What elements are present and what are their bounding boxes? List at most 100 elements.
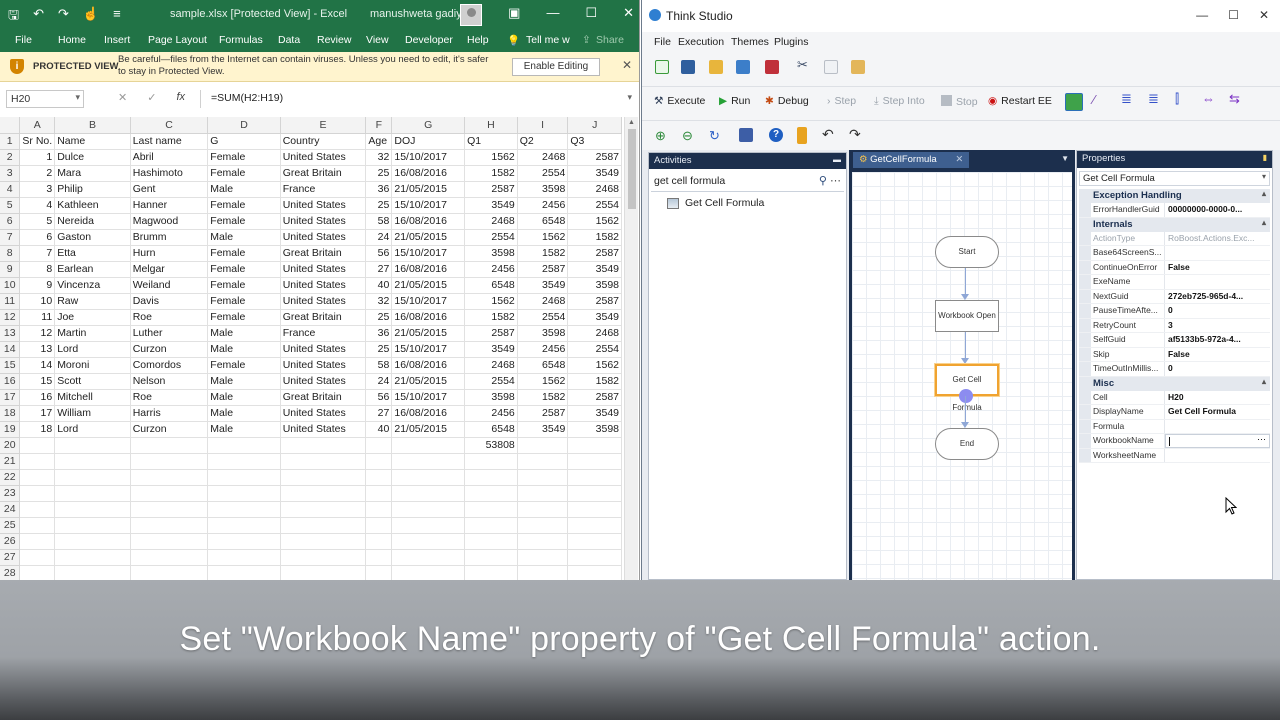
cell[interactable]: Harris (130, 405, 209, 422)
cell[interactable]: G (207, 133, 281, 150)
cell[interactable]: 2587 (464, 325, 518, 342)
cell[interactable]: Female (207, 261, 281, 278)
property-row[interactable]: ActionType RoBoost.Actions.Exc... (1079, 231, 1270, 246)
cell[interactable]: 16/08/2016 (391, 357, 466, 374)
row-header[interactable]: 1 (0, 133, 21, 150)
cell[interactable]: 36 (365, 325, 393, 342)
cell[interactable]: Female (207, 213, 281, 230)
cell[interactable]: 1582 (464, 165, 518, 182)
activity-item[interactable]: Get Cell Formula (667, 197, 764, 209)
property-row[interactable]: ContinueOnError False (1079, 260, 1270, 275)
row-header[interactable]: 3 (0, 165, 21, 182)
property-category[interactable]: Exception Handling (1079, 189, 1270, 203)
cell[interactable]: 2554 (464, 373, 518, 390)
cell[interactable]: 2554 (517, 165, 569, 182)
cell[interactable] (517, 501, 569, 518)
row-header[interactable]: 14 (0, 341, 21, 358)
plugin-blocks-icon[interactable] (1065, 93, 1083, 111)
cell[interactable]: 21/05/2015 (391, 373, 466, 390)
cell[interactable] (130, 453, 209, 470)
cell[interactable] (54, 549, 131, 566)
cell[interactable] (365, 485, 393, 502)
cell[interactable]: 3598 (517, 325, 569, 342)
cell[interactable]: 1582 (517, 245, 569, 262)
cell[interactable]: 24 (365, 229, 393, 246)
new-file-icon[interactable] (655, 60, 669, 74)
cell[interactable]: United States (280, 357, 367, 374)
cell[interactable]: Etta (54, 245, 131, 262)
cell[interactable]: 1562 (567, 357, 622, 374)
cell[interactable]: Male (207, 405, 281, 422)
cell[interactable] (207, 453, 281, 470)
cell[interactable]: Age (365, 133, 393, 150)
touch-mode-icon[interactable]: ☝ (83, 6, 99, 28)
cell[interactable]: 17 (19, 405, 56, 422)
cell[interactable]: Scott (54, 373, 131, 390)
select-all-corner[interactable] (0, 117, 21, 134)
row-header[interactable]: 12 (0, 309, 21, 326)
row-header[interactable]: 20 (0, 437, 21, 454)
tab-developer[interactable]: Developer (405, 34, 453, 46)
cell[interactable] (280, 517, 367, 534)
cell[interactable]: Great Britain (280, 309, 367, 326)
property-value[interactable]: af5133b5-972a-4... (1165, 333, 1270, 347)
help-icon[interactable]: ? (769, 128, 783, 142)
cell[interactable]: Female (207, 165, 281, 182)
column-header[interactable]: C (130, 117, 209, 134)
cell[interactable]: Philip (54, 181, 131, 198)
cell[interactable]: United States (280, 229, 367, 246)
cell[interactable]: Lord (54, 421, 131, 438)
cell[interactable]: Brumm (130, 229, 209, 246)
function-icon[interactable]: fx (176, 91, 185, 104)
step-button[interactable]: › Step (827, 95, 856, 107)
save-icon[interactable]: 🖫 (8, 6, 19, 28)
menu-plugins[interactable]: Plugins (774, 36, 808, 48)
cell[interactable]: Curzon (130, 421, 209, 438)
cell[interactable] (464, 469, 518, 486)
cell[interactable] (391, 549, 466, 566)
redo-icon[interactable]: ↷ (58, 6, 69, 28)
cell[interactable]: Country (280, 133, 367, 150)
cell[interactable] (280, 501, 367, 518)
cell[interactable] (517, 565, 569, 580)
close-icon[interactable]: ✕ (623, 5, 634, 21)
split-icon[interactable]: ⫿ (1175, 91, 1189, 106)
cell[interactable] (130, 437, 209, 454)
cell[interactable]: United States (280, 197, 367, 214)
cell[interactable]: 15 (19, 373, 56, 390)
copy-icon[interactable] (824, 60, 838, 74)
menu-themes[interactable]: Themes (731, 36, 769, 48)
tab-data[interactable]: Data (278, 34, 300, 46)
formula-input[interactable]: =SUM(H2:H19) (200, 90, 634, 108)
cell[interactable]: Lord (54, 341, 131, 358)
run-button[interactable]: ▶ Run (719, 95, 750, 107)
screenshot-icon[interactable] (739, 128, 753, 142)
cell[interactable] (130, 517, 209, 534)
cell[interactable] (19, 437, 56, 454)
property-row[interactable]: DisplayName Get Cell Formula (1079, 405, 1270, 420)
cut-icon[interactable]: ✂ (797, 57, 811, 72)
undo-icon[interactable]: ↶ (33, 6, 44, 28)
cell[interactable]: 1562 (464, 293, 518, 310)
cell[interactable]: 2554 (567, 197, 622, 214)
workbook-name-input[interactable]: ⋯ (1165, 434, 1270, 448)
cell[interactable]: 2587 (567, 389, 622, 406)
cell[interactable] (391, 469, 466, 486)
cell[interactable]: 3549 (517, 421, 569, 438)
cell[interactable]: 3549 (464, 197, 518, 214)
maximize-icon[interactable]: ☐ (1228, 8, 1239, 22)
cell[interactable]: 15/10/2017 (391, 341, 466, 358)
cell[interactable] (365, 453, 393, 470)
cell[interactable]: United States (280, 277, 367, 294)
row-header[interactable]: 7 (0, 229, 21, 246)
cell[interactable] (567, 501, 622, 518)
cell[interactable] (517, 437, 569, 454)
cell[interactable]: Vincenza (54, 277, 131, 294)
cell[interactable] (391, 517, 466, 534)
cell[interactable] (130, 501, 209, 518)
cell[interactable] (280, 453, 367, 470)
cell[interactable] (567, 533, 622, 550)
cell[interactable] (207, 485, 281, 502)
cell[interactable]: 2587 (567, 293, 622, 310)
cancel-icon[interactable]: ✕ (118, 91, 127, 104)
